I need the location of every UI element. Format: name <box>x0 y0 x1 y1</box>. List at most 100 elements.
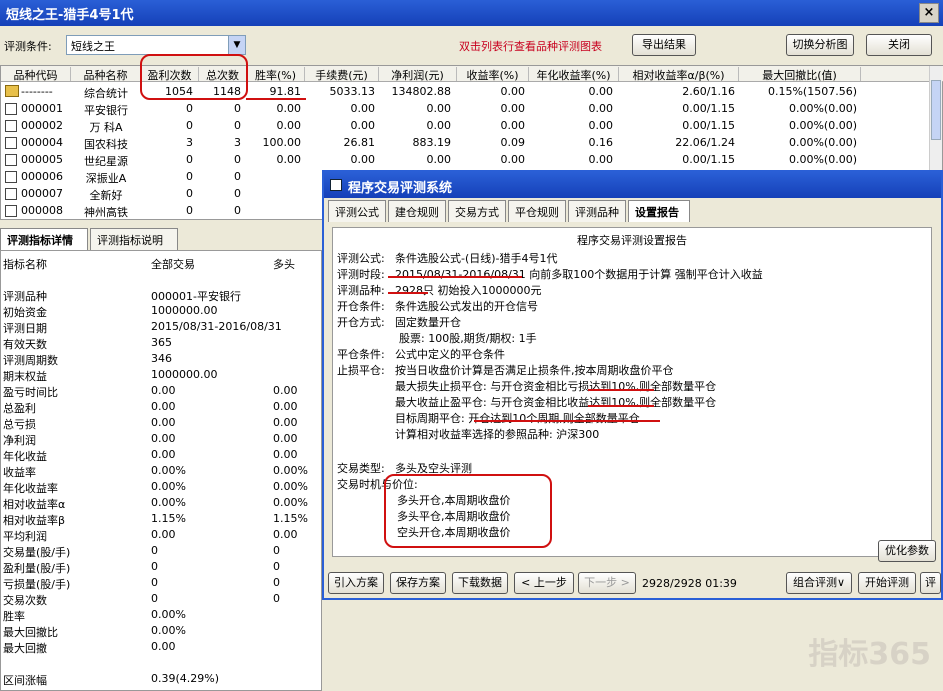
annotation-underline-count <box>388 292 428 294</box>
col-return[interactable]: 收益率(%) <box>457 67 529 82</box>
col-annual-return[interactable]: 年化收益率(%) <box>529 67 619 82</box>
close-icon[interactable]: × <box>919 3 939 23</box>
start-test-button[interactable]: 开始评测 <box>858 572 916 594</box>
checkbox-icon[interactable] <box>5 154 17 166</box>
detail-cell: 胜率 <box>3 610 25 623</box>
report-value: 固定数量开仓 <box>395 316 461 329</box>
table-row[interactable]: 000001 平安银行 0 0 0.00 0.00 0.00 0.00 0.00 0.00/1.1… <box>1 100 931 117</box>
table-cell: 0.00%(0.00) <box>788 153 857 166</box>
detail-cell: 1.15% <box>151 512 186 525</box>
annotation-underline <box>246 98 306 100</box>
chevron-down-icon[interactable]: ▼ <box>228 36 245 54</box>
window-title: 短线之王-猎手4号1代 <box>6 8 134 23</box>
detail-cell: 0.00% <box>151 608 186 621</box>
scrollbar-thumb[interactable] <box>931 80 941 140</box>
col-name[interactable]: 品种名称 <box>71 67 141 82</box>
detail-row: 盈利量(股/手) 0 0 <box>1 559 321 575</box>
table-cell: 0 <box>234 170 241 183</box>
report-key: 评测品种: <box>337 284 385 297</box>
col-relative-return[interactable]: 相对收益率α/β(%) <box>619 67 739 82</box>
checkbox-icon[interactable] <box>5 120 17 132</box>
close-button[interactable]: 关闭 <box>866 34 932 56</box>
tab-details[interactable]: 评测指标详情 <box>0 228 88 250</box>
checkbox-icon[interactable] <box>5 103 17 115</box>
tab-trade-mode[interactable]: 交易方式 <box>448 200 506 222</box>
table-cell: 0.00 <box>426 102 452 115</box>
tab-formula[interactable]: 评测公式 <box>328 200 386 222</box>
table-cell: 综合统计 <box>84 87 128 100</box>
detail-row: 亏损量(股/手) 0 0 <box>1 575 321 591</box>
prev-step-button[interactable]: < 上一步 <box>514 572 574 594</box>
report-value: 条件选股公式发出的开仓信号 <box>395 300 538 313</box>
col-net-profit[interactable]: 净利润(元) <box>379 67 457 82</box>
detail-cell: 0.00 <box>273 416 298 429</box>
detail-cell: 0.00% <box>273 496 308 509</box>
table-cell: 000001 <box>21 102 63 115</box>
annotation-underline-loss <box>588 389 654 391</box>
detail-cell: 0.00% <box>151 480 186 493</box>
switch-chart-button[interactable]: 切换分析图 <box>786 34 854 56</box>
import-scheme-button[interactable]: 引入方案 <box>328 572 384 594</box>
detail-cell: 年化收益 <box>3 450 47 463</box>
detail-cell: 0.00 <box>151 432 176 445</box>
report-value: 2928只 初始投入1000000元 <box>395 284 542 297</box>
detail-header-long: 多头 <box>273 258 295 271</box>
table-row[interactable]: 000004 国农科技 3 3 100.00 26.81 883.19 0.09 0.16 22.… <box>1 134 931 151</box>
annotation-circle-timing <box>384 474 552 548</box>
report-value: 最大损失止损平仓: 与开仓资金相比亏损达到10%,则全部数量平仓 <box>395 380 717 393</box>
table-row[interactable]: 000002 万 科A 0 0 0.00 0.00 0.00 0.00 0.00 0.00/1.1… <box>1 117 931 134</box>
tab-close-rules[interactable]: 平仓规则 <box>508 200 566 222</box>
detail-cell: 总亏损 <box>3 418 36 431</box>
checkbox-icon[interactable] <box>5 188 17 200</box>
detail-cell: 最大回撤 <box>3 642 47 655</box>
detail-cell: 相对收益率β <box>3 514 66 527</box>
detail-cell: 净利润 <box>3 434 36 447</box>
download-data-button[interactable]: 下载数据 <box>452 572 508 594</box>
report-key: 平仓条件: <box>337 348 385 361</box>
detail-row: 期末权益 1000000.00 <box>1 367 321 383</box>
report-value: 公式中定义的平仓条件 <box>395 348 505 361</box>
folder-icon <box>5 85 19 97</box>
condition-select[interactable]: 短线之王 ▼ <box>66 35 246 55</box>
col-code[interactable]: 品种代码 <box>1 67 71 82</box>
table-row[interactable]: 000005 世纪星源 0 0 0.00 0.00 0.00 0.00 0.00 0.00/1.1… <box>1 151 931 168</box>
save-scheme-button[interactable]: 保存方案 <box>390 572 446 594</box>
checkbox-icon[interactable] <box>5 137 17 149</box>
checkbox-icon[interactable] <box>5 171 17 183</box>
detail-row: 收益率 0.00% 0.00% <box>1 463 321 479</box>
export-button[interactable]: 导出结果 <box>632 34 696 56</box>
report-key: 交易类型: <box>337 462 385 475</box>
report-key: 开仓方式: <box>337 316 385 329</box>
detail-cell: 交易量(股/手) <box>3 546 71 559</box>
detail-cell: 有效天数 <box>3 338 47 351</box>
table-cell: 0 <box>186 102 193 115</box>
table-cell: 0.00 <box>500 153 526 166</box>
table-cell: 0.00 <box>350 153 376 166</box>
col-max-drawdown[interactable]: 最大回撤比(值) <box>739 67 861 82</box>
col-winrate[interactable]: 胜率(%) <box>247 67 305 82</box>
checkbox-icon[interactable] <box>5 205 17 217</box>
tab-report[interactable]: 设置报告 <box>628 200 690 222</box>
detail-cell: 0 <box>273 560 280 573</box>
detail-cell: 收益率 <box>3 466 36 479</box>
table-cell: 0.00/1.15 <box>682 153 735 166</box>
tab-explanation[interactable]: 评测指标说明 <box>90 228 178 250</box>
next-step-button[interactable]: 下一步 > <box>578 572 636 594</box>
dialog-title: 程序交易评测系统 <box>348 181 453 196</box>
condition-value: 短线之王 <box>71 40 115 53</box>
test-button-partial[interactable]: 评 <box>920 572 941 594</box>
table-cell: 全新好 <box>89 189 123 202</box>
table-cell: 2.60/1.16 <box>682 85 735 98</box>
table-cell: 0 <box>234 153 241 166</box>
tab-instruments[interactable]: 评测品种 <box>568 200 626 222</box>
progress-text: 2928/2928 01:39 <box>642 577 737 590</box>
detail-cell: 0 <box>151 576 158 589</box>
report-key: 开仓条件: <box>337 300 385 313</box>
col-fee[interactable]: 手续费(元) <box>305 67 379 82</box>
optimize-button[interactable]: 优化参数 <box>878 540 936 562</box>
tab-open-rules[interactable]: 建仓规则 <box>388 200 446 222</box>
table-cell: 22.06/1.24 <box>675 136 735 149</box>
detail-row: 交易次数 0 0 <box>1 591 321 607</box>
report-key: 止损平仓: <box>337 364 385 377</box>
combo-test-button[interactable]: 组合评测∨ <box>786 572 852 594</box>
